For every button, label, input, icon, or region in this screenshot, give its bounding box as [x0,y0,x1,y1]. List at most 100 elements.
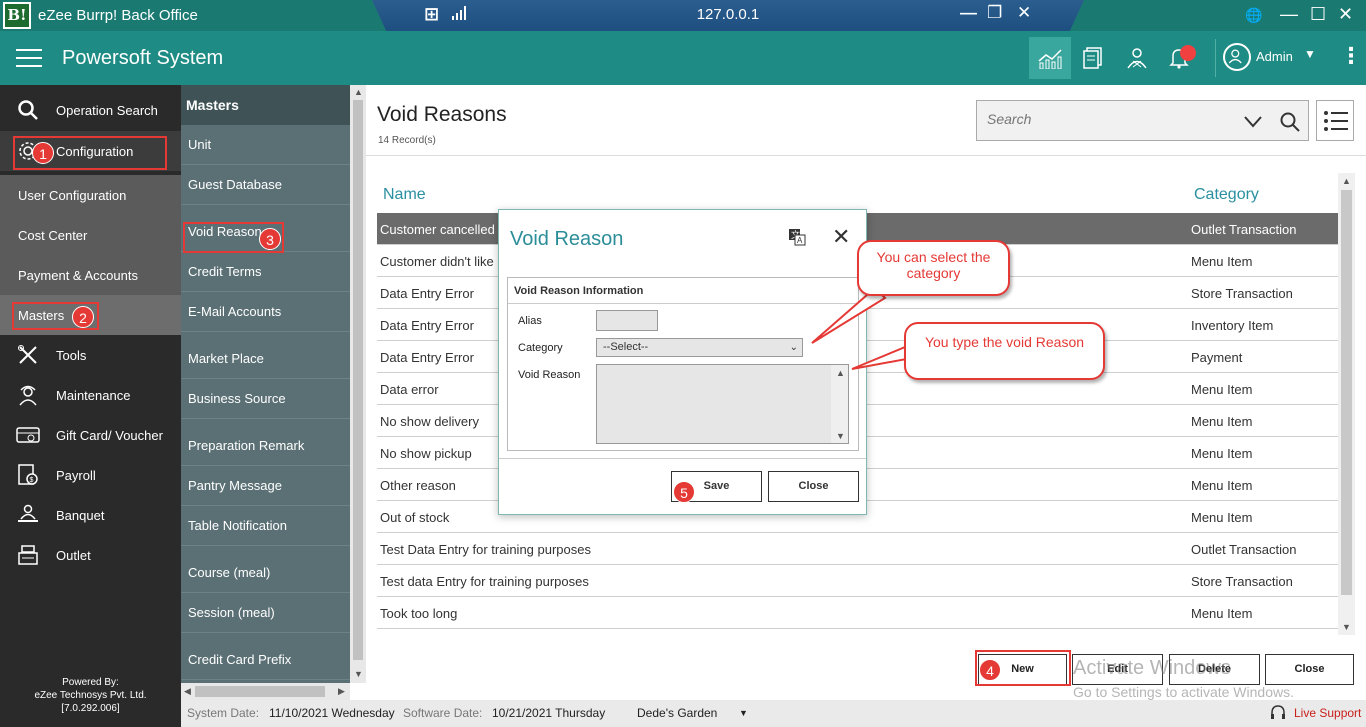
sidebar-item-payroll[interactable]: $ Payroll [0,455,181,495]
cell-category: Store Transaction [1191,574,1293,589]
brand-title: Powersoft System [62,47,224,69]
sidebar-item-gift-card-voucher[interactable]: Gift Card/ Voucher [0,415,181,455]
app-version: [7.0.292.006] [61,703,120,714]
staff-icon[interactable] [1116,37,1158,79]
sidebar-item-maintenance[interactable]: Maintenance [0,375,181,415]
remote-ip: 127.0.0.1 [696,6,760,23]
maximize-icon[interactable]: ☐ [1310,4,1326,25]
column-header-category[interactable]: Category [1194,186,1259,204]
dashboard-chart-icon[interactable] [1029,37,1071,79]
scroll-thumb[interactable] [1341,190,1352,595]
cell-category: Menu Item [1191,254,1253,269]
cell-name: No show delivery [380,414,479,429]
alias-label: Alias [518,315,542,327]
remote-restore-icon[interactable]: ❐ [987,3,1002,23]
sidebar-item-user-configuration[interactable]: User Configuration [0,175,181,215]
reports-icon[interactable] [1072,37,1114,79]
cell-category: Menu Item [1191,510,1253,525]
dialog-close-button[interactable]: Close [768,471,859,502]
scroll-down-icon[interactable]: ▼ [1342,622,1351,632]
masters-item-course-meal[interactable]: Course (meal) [181,553,350,593]
scroll-down-icon[interactable]: ▼ [836,431,845,441]
scroll-right-icon[interactable]: ▶ [338,686,345,697]
category-select[interactable]: --Select-- ⌄ [596,338,803,357]
list-view-button[interactable] [1316,100,1354,141]
void-reason-textarea[interactable]: ▲ ▼ [596,364,849,444]
activate-windows-hint: Go to Settings to activate Windows. [1073,684,1294,700]
category-label: Category [518,342,563,354]
alias-field[interactable] [596,310,658,331]
table-row[interactable]: Took too long Menu Item [377,597,1338,629]
masters-item-business-source[interactable]: Business Source [181,379,350,419]
masters-item-pantry-message[interactable]: Pantry Message [181,466,350,506]
menu-icon[interactable] [16,49,42,67]
sidebar-item-banquet[interactable]: Banquet [0,495,181,535]
sidebar-item-operation-search[interactable]: Operation Search [0,90,181,130]
cell-name: No show pickup [380,446,472,461]
masters-item-credit-card-prefix[interactable]: Credit Card Prefix [181,640,350,680]
masters-scrollbar[interactable]: ▲ ▼ [350,85,366,683]
header-separator [1215,39,1216,77]
step-badge-1: 1 [32,142,54,164]
masters-item-guest-database[interactable]: Guest Database [181,165,350,205]
table-row[interactable]: Test Data Entry for training purposes Out… [377,533,1338,565]
cell-name: Out of stock [380,510,450,525]
more-vert-icon[interactable]: ⋮ [1340,43,1362,69]
sidebar-item-outlet[interactable]: Outlet [0,535,181,575]
live-support-link[interactable]: Live Support [1294,706,1361,720]
scroll-down-icon[interactable]: ▼ [354,669,363,679]
dialog-divider [499,458,866,459]
sidebar-item-tools[interactable]: Tools [0,335,181,375]
chevron-down-icon[interactable]: ▼ [739,708,748,718]
close-button[interactable]: Close [1265,654,1354,685]
masters-heading: Masters [181,85,350,125]
close-icon[interactable]: ✕ [1338,4,1353,25]
masters-item-table-notification[interactable]: Table Notification [181,506,350,546]
cell-name: Other reason [380,478,456,493]
app-header: Powersoft System Admin ▼ ⋮ [0,31,1366,85]
search-input[interactable] [987,111,1227,127]
masters-hscrollbar[interactable]: ◀ ▶ [181,683,350,700]
cell-name: Data Entry Error [380,350,474,365]
scroll-up-icon[interactable]: ▲ [1342,176,1351,186]
scroll-up-icon[interactable]: ▲ [836,368,845,378]
chevron-down-icon[interactable] [1243,115,1263,129]
textarea-scrollbar[interactable]: ▲ ▼ [831,365,848,443]
masters-item-session-meal[interactable]: Session (meal) [181,593,350,633]
remote-close-icon[interactable]: ✕ [1017,3,1031,23]
svg-text:A: A [797,236,803,245]
column-header-name[interactable]: Name [383,186,426,204]
masters-item-market-place[interactable]: Market Place [181,339,350,379]
search-icon[interactable] [1279,111,1301,133]
table-row[interactable]: Test data Entry for training purposes Sto… [377,565,1338,597]
chevron-down-icon[interactable]: ▼ [1304,47,1316,61]
scroll-left-icon[interactable]: ◀ [184,686,191,697]
property-selector[interactable]: Dede's Garden [637,706,717,720]
cell-name: Data Entry Error [380,318,474,333]
window-titlebar: B! eZee Burrp! Back Office ⊞ 127.0.0.1 —… [0,0,1366,31]
cell-category: Menu Item [1191,382,1253,397]
dialog-close-icon[interactable]: ✕ [832,224,850,250]
minimize-icon[interactable]: — [1280,4,1298,25]
masters-item-unit[interactable]: Unit [181,125,350,165]
cell-name: Test data Entry for training purposes [380,574,589,589]
sidebar-item-cost-center[interactable]: Cost Center [0,215,181,255]
scroll-thumb[interactable] [353,100,363,660]
masters-item-credit-terms[interactable]: Credit Terms [181,252,350,292]
scroll-up-icon[interactable]: ▲ [354,87,363,97]
translate-icon[interactable]: 🌐 [1245,7,1262,24]
sidebar-item-label: Gift Card/ Voucher [56,427,163,443]
masters-item-preparation-remark[interactable]: Preparation Remark [181,426,350,466]
user-avatar-icon[interactable] [1223,43,1251,71]
sidebar-item-payment-accounts[interactable]: Payment & Accounts [0,255,181,295]
sidebar-item-label: Maintenance [56,387,131,403]
scroll-thumb[interactable] [195,686,325,697]
language-icon[interactable]: 文A [788,228,806,246]
cell-category: Menu Item [1191,446,1253,461]
step-badge-3: 3 [259,228,281,250]
masters-item-email-accounts[interactable]: E-Mail Accounts [181,292,350,332]
user-name[interactable]: Admin [1256,49,1293,64]
remote-minimize-icon[interactable]: — [960,3,977,23]
software-date-label: Software Date: [403,706,483,720]
grid-scrollbar[interactable]: ▲ ▼ [1338,173,1355,635]
